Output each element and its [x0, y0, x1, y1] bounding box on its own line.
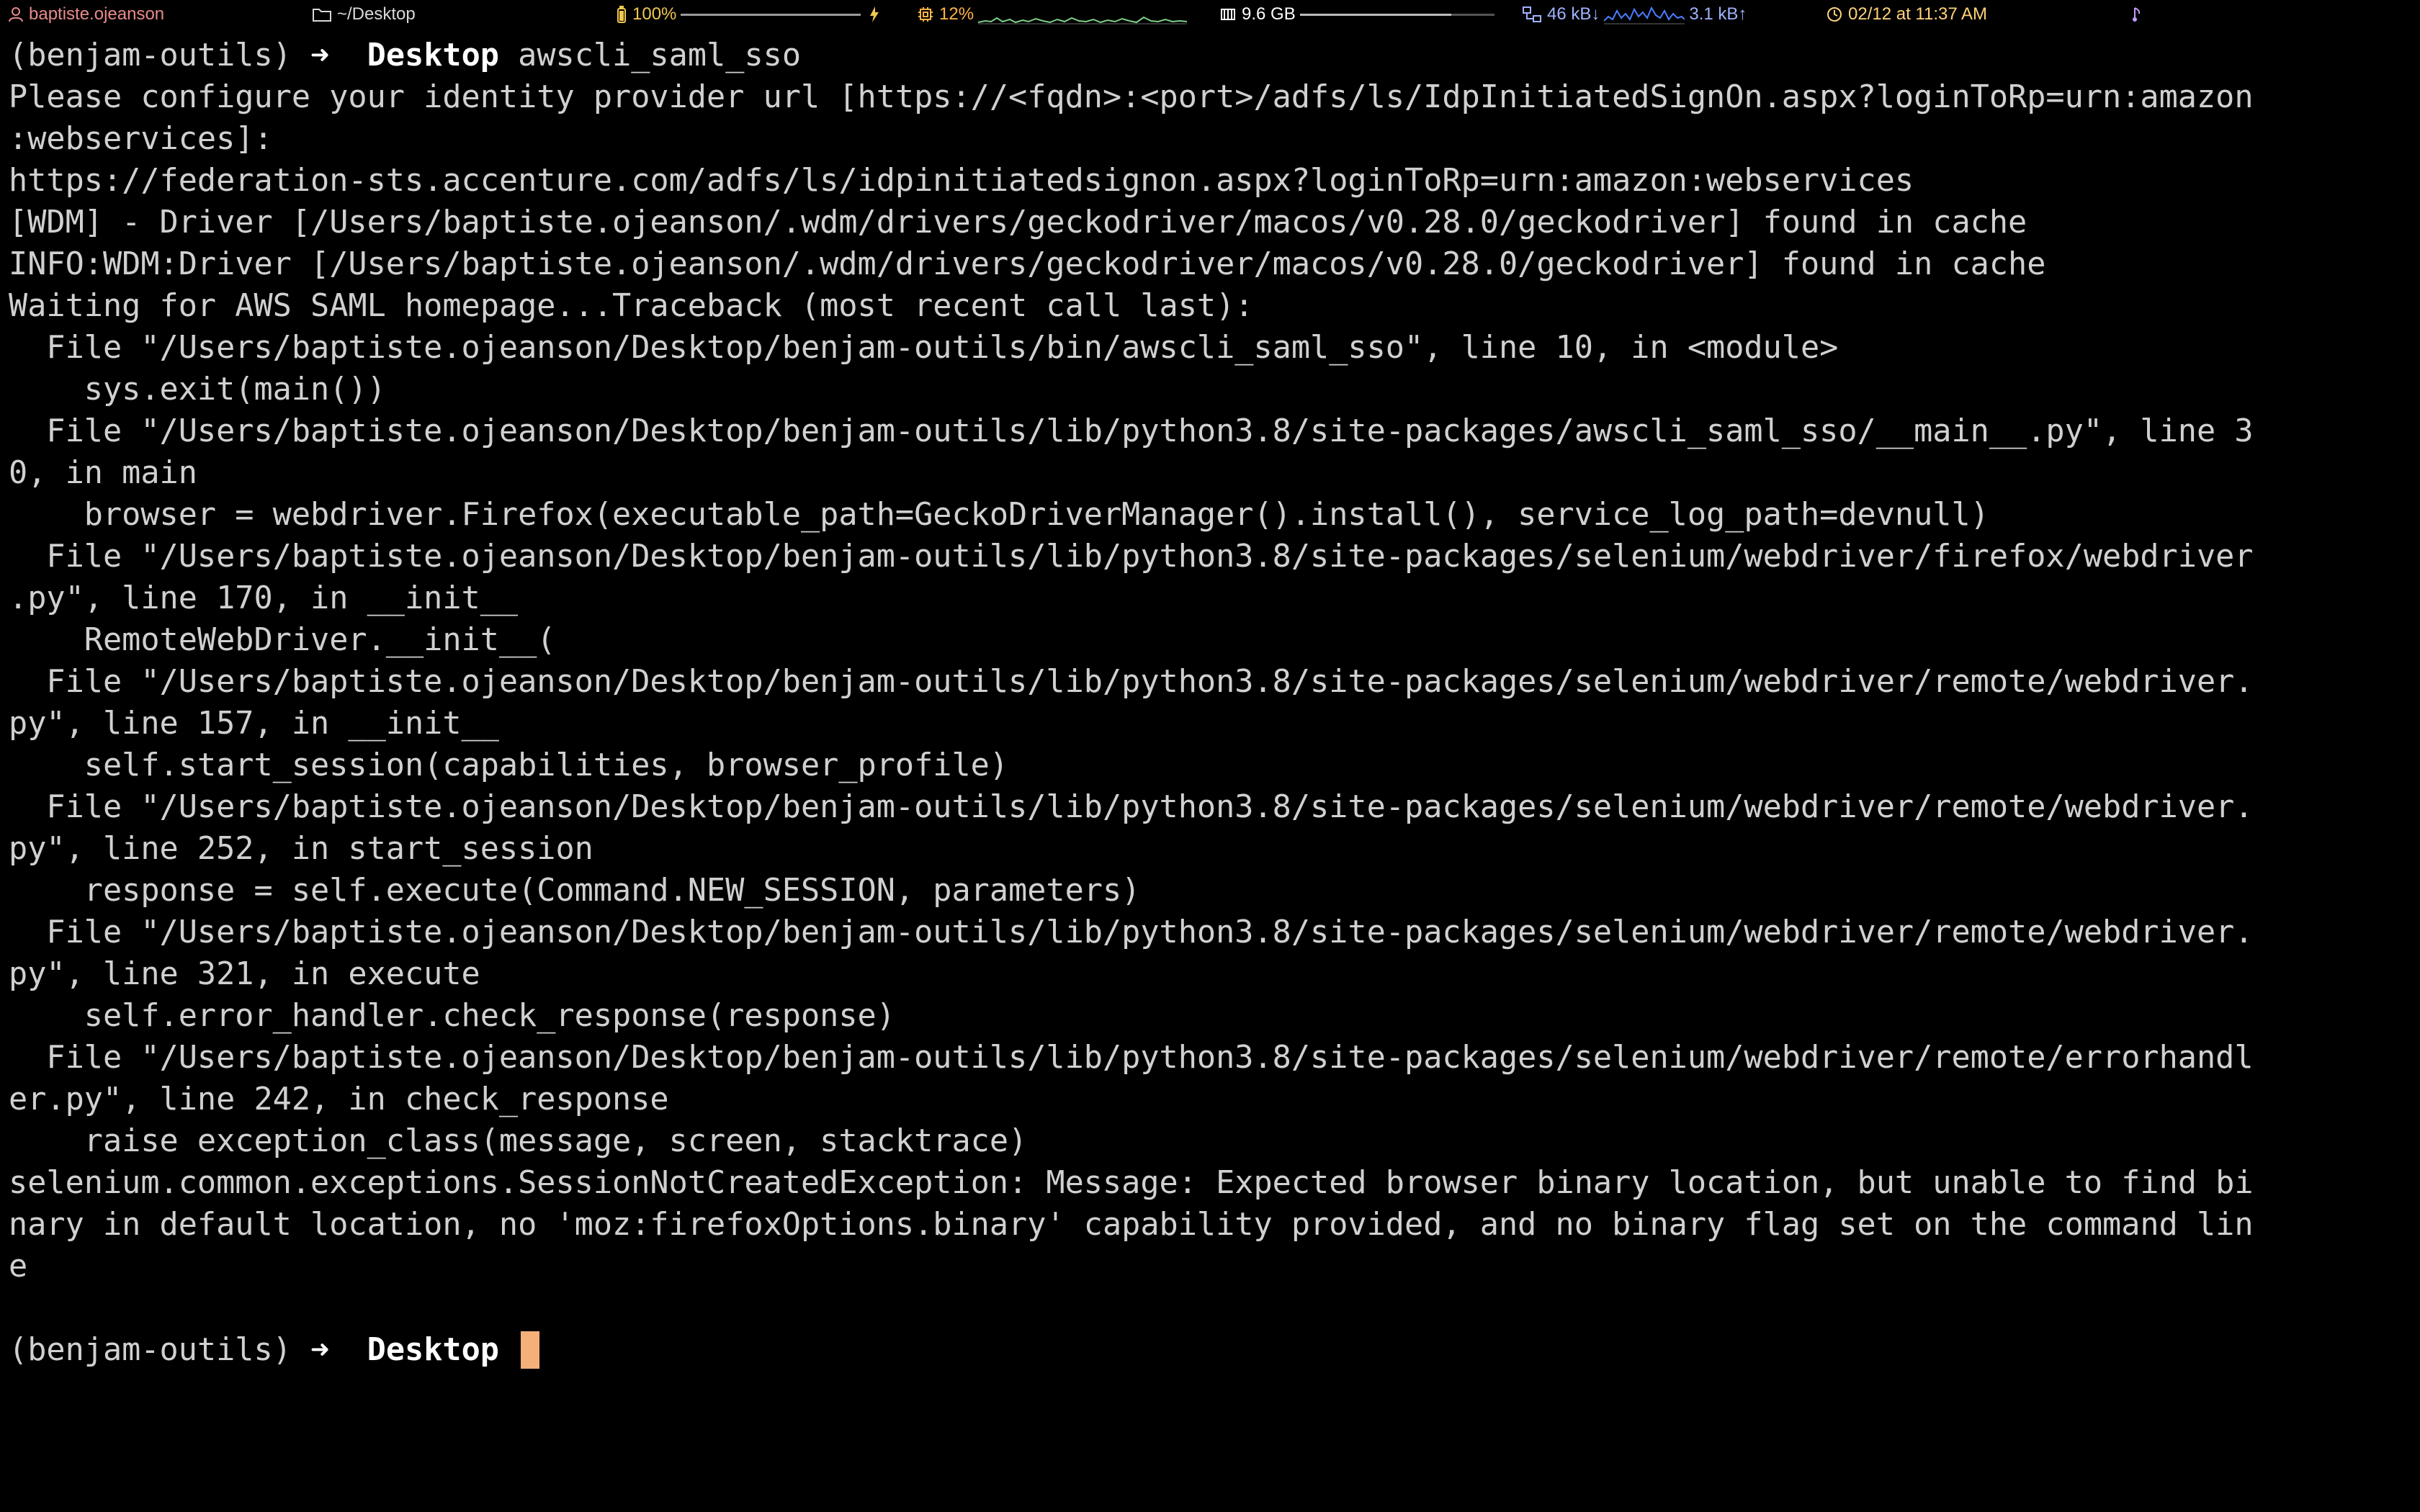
output-line: File "/Users/baptiste.ojeanson/Desktop/b… [9, 789, 2254, 825]
status-directory-label: ~/Desktop [337, 4, 416, 24]
charging-bolt-icon [869, 6, 879, 22]
output-line: File "/Users/baptiste.ojeanson/Desktop/b… [9, 413, 2254, 449]
output-line: py", line 321, in execute [9, 956, 480, 992]
battery-level-bar [681, 13, 861, 16]
status-bar: baptiste.ojeanson ~/Desktop 100% 12% 9.6… [0, 0, 2420, 29]
output-line: er.py", line 242, in check_response [9, 1081, 669, 1117]
output-line: File "/Users/baptiste.ojeanson/Desktop/b… [9, 539, 2254, 575]
output-line: py", line 252, in start_session [9, 831, 593, 867]
output-line: self.start_session(capabilities, browser… [9, 747, 1009, 783]
battery-icon [617, 6, 627, 23]
output-line: File "/Users/baptiste.ojeanson/Desktop/b… [9, 1040, 2254, 1076]
output-line: e [9, 1248, 28, 1284]
status-cpu-label: 12% [939, 4, 974, 24]
status-cpu: 12% [918, 0, 1191, 29]
status-directory: ~/Desktop [313, 0, 416, 29]
status-memory-label: 9.6 GB [1242, 4, 1296, 24]
memory-icon [1220, 7, 1236, 22]
active-prompt-line[interactable]: (benjam-outils) ➜ Desktop [9, 1329, 2414, 1371]
output-line: py", line 157, in __init__ [9, 706, 499, 742]
status-user-label: baptiste.ojeanson [29, 4, 165, 24]
output-line: self.error_handler.check_response(respon… [9, 998, 895, 1034]
output-line: File "/Users/baptiste.ojeanson/Desktop/b… [9, 914, 2254, 950]
user-icon [9, 6, 23, 22]
output-line: File "/Users/baptiste.ojeanson/Desktop/b… [9, 330, 1839, 366]
prompt-arrow-icon: ➜ [310, 1332, 330, 1368]
network-icon [1523, 6, 1541, 22]
status-extra [2132, 0, 2148, 29]
prompt-directory: Desktop [367, 1332, 499, 1368]
status-datetime: 02/12 at 11:37 AM [1827, 0, 1987, 29]
folder-icon [313, 7, 331, 22]
output-line: sys.exit(main()) [9, 372, 386, 408]
network-traffic-graph [1604, 6, 1685, 24]
status-user: baptiste.ojeanson [9, 0, 164, 29]
prompt-venv: (benjam-outils) [9, 1332, 292, 1368]
status-net-up-label: 3.1 kB↑ [1689, 4, 1747, 24]
status-battery-label: 100% [632, 4, 677, 24]
output-line: Waiting for AWS SAML homepage...Tracebac… [9, 288, 1254, 324]
output-line: nary in default location, no 'moz:firefo… [9, 1207, 2254, 1243]
output-line: INFO:WDM:Driver [/Users/baptiste.ojeanso… [9, 246, 2046, 282]
command-output: Please configure your identity provider … [9, 76, 2414, 1329]
output-line: RemoteWebDriver.__init__( [9, 622, 556, 658]
memory-usage-bar [1299, 13, 1494, 16]
output-line: Please configure your identity provider … [9, 79, 2254, 115]
prompt-arrow-icon: ➜ [310, 37, 330, 73]
music-note-icon [2132, 6, 2142, 22]
clock-icon [1827, 6, 1842, 22]
status-datetime-label: 02/12 at 11:37 AM [1848, 4, 1988, 24]
output-line: 0, in main [9, 455, 197, 491]
output-line: File "/Users/baptiste.ojeanson/Desktop/b… [9, 664, 2254, 700]
cpu-usage-graph [978, 16, 1188, 24]
prompt-directory: Desktop [367, 37, 499, 73]
output-line: [WDM] - Driver [/Users/baptiste.ojeanson… [9, 204, 2027, 240]
output-line: raise exception_class(message, screen, s… [9, 1123, 1028, 1159]
cpu-icon [918, 6, 933, 22]
output-line: https://federation-sts.accenture.com/adf… [9, 163, 1914, 199]
status-network: 46 kB↓ 3.1 kB↑ [1523, 0, 1747, 29]
output-line: browser = webdriver.Firefox(executable_p… [9, 497, 1989, 533]
prompt-venv: (benjam-outils) [9, 37, 292, 73]
text-cursor[interactable] [521, 1331, 540, 1369]
terminal-output[interactable]: (benjam-outils) ➜ Desktop awscli_saml_ss… [9, 35, 2414, 1371]
prompt-line: (benjam-outils) ➜ Desktop awscli_saml_ss… [9, 35, 2414, 76]
output-line: .py", line 170, in __init__ [9, 580, 519, 616]
entered-command: awscli_saml_sso [518, 37, 802, 73]
output-line: selenium.common.exceptions.SessionNotCre… [9, 1165, 2254, 1201]
status-battery: 100% [617, 0, 885, 29]
status-net-down-label: 46 kB↓ [1547, 4, 1600, 24]
output-line: :webservices]: [9, 121, 273, 157]
status-memory: 9.6 GB [1220, 0, 1499, 29]
output-line: response = self.execute(Command.NEW_SESS… [9, 873, 1141, 909]
